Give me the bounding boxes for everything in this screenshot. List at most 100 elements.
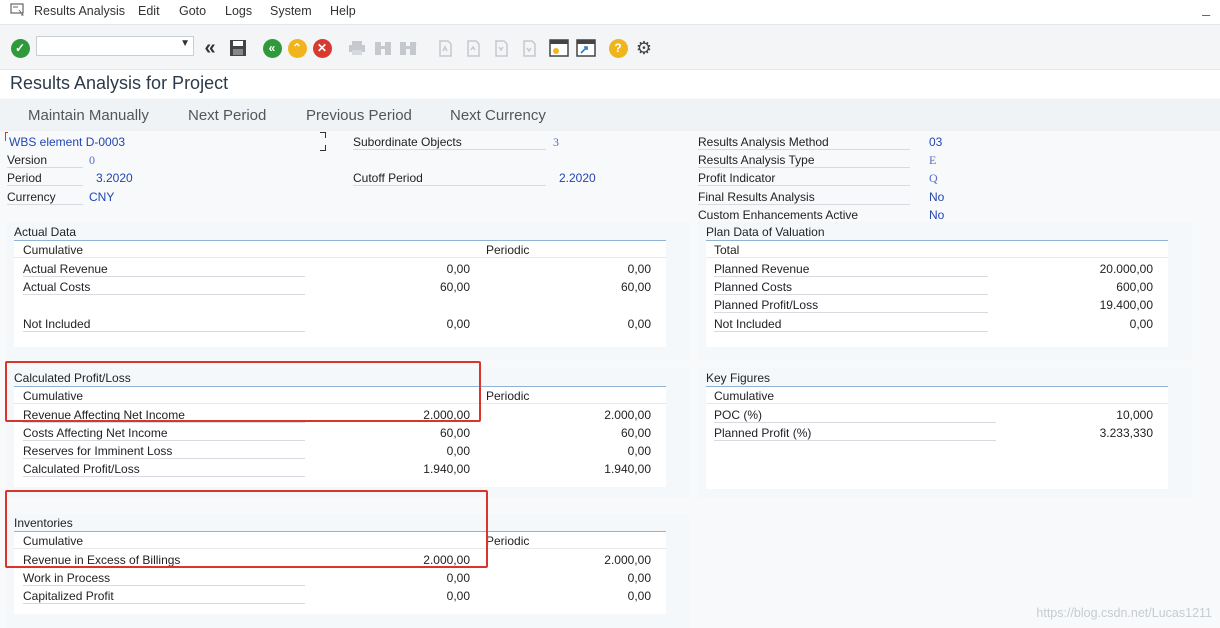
label-underline — [7, 167, 83, 168]
header-divider — [14, 257, 666, 258]
work-in-process-periodic: 0,00 — [627, 571, 651, 585]
costs-affecting-periodic: 60,00 — [620, 426, 651, 440]
custom-enhancements-value: No — [929, 208, 945, 222]
costs-affecting-cumulative: 60,00 — [439, 426, 470, 440]
chevron-down-icon[interactable]: ▼ — [180, 38, 190, 49]
menu-logs[interactable]: Logs — [225, 4, 252, 18]
first-page-icon — [434, 37, 456, 59]
menu-edit[interactable]: Edit — [138, 4, 160, 18]
save-icon[interactable] — [227, 37, 249, 59]
exit-icon[interactable]: ⌃ — [286, 37, 308, 59]
row-label-actual-costs: Actual Costs — [23, 280, 91, 294]
field-bracket-right — [320, 145, 326, 151]
label-underline — [23, 422, 305, 423]
version-label: Version — [7, 153, 48, 167]
column-header-cumulative: Cumulative — [23, 243, 84, 257]
row-label-plan-not-included: Not Included — [714, 317, 782, 331]
final-ra-label: Final Results Analysis — [698, 190, 815, 204]
menu-system[interactable]: System — [270, 4, 312, 18]
label-underline — [714, 294, 988, 295]
label-underline — [7, 185, 83, 186]
label-underline — [714, 440, 996, 441]
settings-icon[interactable]: ⚙ — [633, 37, 655, 59]
final-ra-value: No — [929, 190, 945, 204]
field-bracket-right — [320, 132, 326, 138]
help-icon[interactable]: ? — [607, 37, 629, 59]
label-underline — [353, 149, 546, 150]
row-label-actual-revenue: Actual Revenue — [23, 262, 108, 276]
shortcut-icon[interactable] — [575, 37, 597, 59]
label-underline — [698, 204, 910, 205]
maintain-manually-button[interactable]: Maintain Manually — [28, 107, 149, 124]
prev-page-icon — [462, 37, 484, 59]
capitalized-profit-cumulative: 0,00 — [446, 589, 470, 603]
row-label-calculated-profit-loss: Calculated Profit/Loss — [23, 462, 140, 476]
watermark: https://blog.csdn.net/Lucas1211 — [1036, 606, 1212, 620]
label-underline — [714, 312, 988, 313]
actual-costs-periodic: 60,00 — [620, 280, 651, 294]
header-divider — [706, 257, 1168, 258]
reserves-imminent-loss-periodic: 0,00 — [627, 444, 651, 458]
revenue-excess-billings-periodic: 2.000,00 — [604, 553, 651, 567]
calculated-profit-loss-cumulative: 1.940,00 — [423, 462, 470, 476]
label-underline — [698, 185, 910, 186]
check-icon[interactable]: ✓ — [9, 37, 31, 59]
previous-period-button[interactable]: Previous Period — [306, 107, 412, 124]
highlight-box-inventories — [5, 490, 488, 568]
work-in-process-cumulative: 0,00 — [446, 571, 470, 585]
menu-help[interactable]: Help — [330, 4, 356, 18]
print-icon — [346, 37, 368, 59]
currency-label: Currency — [7, 190, 56, 204]
minimize-button[interactable]: _ — [1202, 0, 1210, 16]
column-header-total: Total — [714, 243, 740, 257]
find-icon — [372, 37, 394, 59]
wbs-element-value[interactable]: WBS element D-0003 — [9, 135, 125, 149]
next-page-icon — [490, 37, 512, 59]
row-label-poc: POC (%) — [714, 408, 762, 422]
command-field[interactable]: ▼ — [36, 36, 194, 56]
label-underline — [698, 149, 910, 150]
menu-bar: Results Analysis Edit Goto Logs System H… — [0, 0, 1220, 25]
label-underline — [23, 276, 305, 277]
planned-revenue-value: 20.000,00 — [1099, 262, 1153, 276]
row-label-costs-affecting-net-income: Costs Affecting Net Income — [23, 426, 168, 440]
ra-method-value: 03 — [929, 135, 943, 149]
row-label-planned-profit-pct: Planned Profit (%) — [714, 426, 812, 440]
back-icon[interactable]: « — [261, 37, 283, 59]
cancel-icon[interactable]: ✕ — [311, 37, 333, 59]
cutoff-period-label: Cutoff Period — [353, 171, 423, 185]
label-underline — [23, 476, 305, 477]
next-period-button[interactable]: Next Period — [188, 107, 266, 124]
label-underline — [23, 294, 305, 295]
custom-enhancements-label: Custom Enhancements Active — [698, 208, 859, 222]
ra-type-value: E — [929, 153, 937, 167]
toolbar: ✓ ▼ « « ⌃ ✕ + ? ⚙ — [0, 25, 1220, 70]
column-header-periodic: Periodic — [486, 534, 530, 548]
not-included-cumulative: 0,00 — [446, 317, 470, 331]
profit-indicator-value: Q — [929, 171, 938, 185]
not-included-periodic: 0,00 — [627, 317, 651, 331]
capitalized-profit-periodic: 0,00 — [627, 589, 651, 603]
label-underline — [23, 440, 305, 441]
column-header-periodic: Periodic — [486, 243, 530, 257]
row-label-capitalized-profit: Capitalized Profit — [23, 589, 114, 603]
version-value: 0 — [89, 153, 95, 167]
next-currency-button[interactable]: Next Currency — [450, 107, 546, 124]
plan-not-included-value: 0,00 — [1129, 317, 1153, 331]
ra-method-label: Results Analysis Method — [698, 135, 829, 149]
menu-results-analysis[interactable]: Results Analysis — [34, 4, 125, 18]
command-input[interactable] — [37, 38, 183, 54]
planned-profit-pct-value: 3.233,330 — [1099, 426, 1153, 440]
row-label-planned-profit-loss: Planned Profit/Loss — [714, 298, 819, 312]
new-session-icon[interactable] — [548, 37, 570, 59]
back-double-icon[interactable]: « — [199, 37, 221, 59]
row-label-reserves-imminent-loss: Reserves for Imminent Loss — [23, 444, 173, 458]
period-label: Period — [7, 171, 42, 185]
menu-goto[interactable]: Goto — [179, 4, 206, 18]
label-underline — [7, 204, 83, 205]
label-underline — [23, 458, 305, 459]
highlight-box-calculated-profit — [5, 361, 481, 422]
field-bracket-left — [5, 132, 8, 141]
window-menu-icon[interactable] — [10, 3, 24, 16]
currency-value: CNY — [89, 190, 115, 204]
